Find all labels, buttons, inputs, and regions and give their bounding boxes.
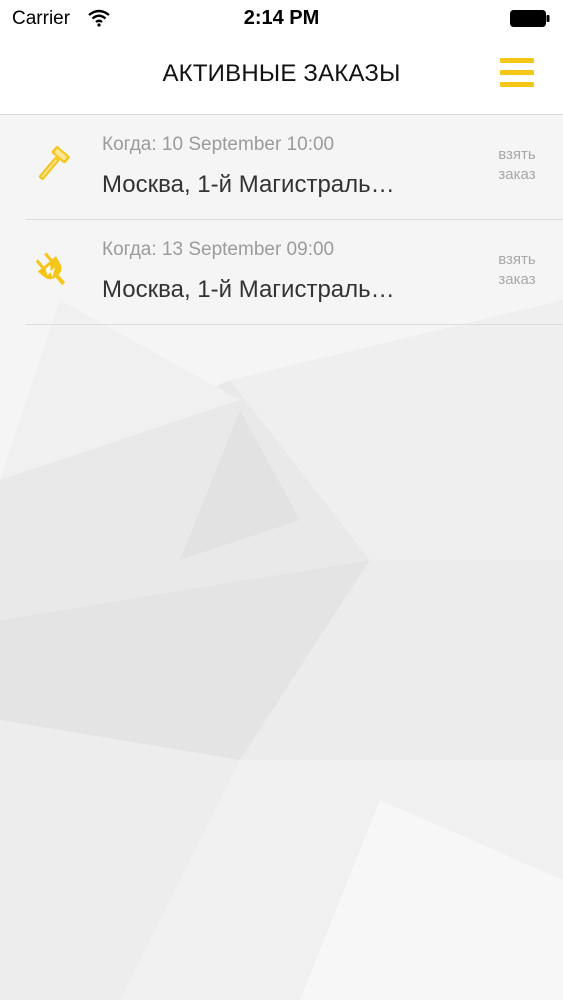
navigation-bar: АКТИВНЫЕ ЗАКАЗЫ: [0, 38, 563, 115]
order-time: Когда: 10 September 10:00: [102, 134, 335, 155]
order-address: Москва, 1-й Магистраль…: [102, 276, 395, 303]
status-time: 2:14 PM: [243, 7, 320, 29]
take-order-button[interactable]: взять заказ: [486, 250, 548, 290]
orders-list: Когда: 10 September 10:00 Москва, 1-й Ма…: [0, 115, 563, 325]
hammer-icon: [38, 146, 70, 180]
order-address: Москва, 1-й Магистраль…: [102, 171, 395, 198]
order-row[interactable]: Когда: 10 September 10:00 Москва, 1-й Ма…: [26, 115, 563, 220]
take-order-button[interactable]: взять заказ: [486, 145, 548, 185]
page-title: АКТИВНЫЕ ЗАКАЗЫ: [162, 60, 401, 87]
order-time: Когда: 13 September 09:00: [102, 239, 335, 260]
electric-plug-icon: [35, 252, 66, 286]
hamburger-menu-icon: [500, 58, 534, 63]
battery-icon: [510, 10, 550, 27]
status-bar: Carrier 2:14 PM: [0, 0, 563, 38]
menu-button[interactable]: [498, 56, 536, 90]
order-row[interactable]: Когда: 13 September 09:00 Москва, 1-й Ма…: [26, 220, 563, 325]
